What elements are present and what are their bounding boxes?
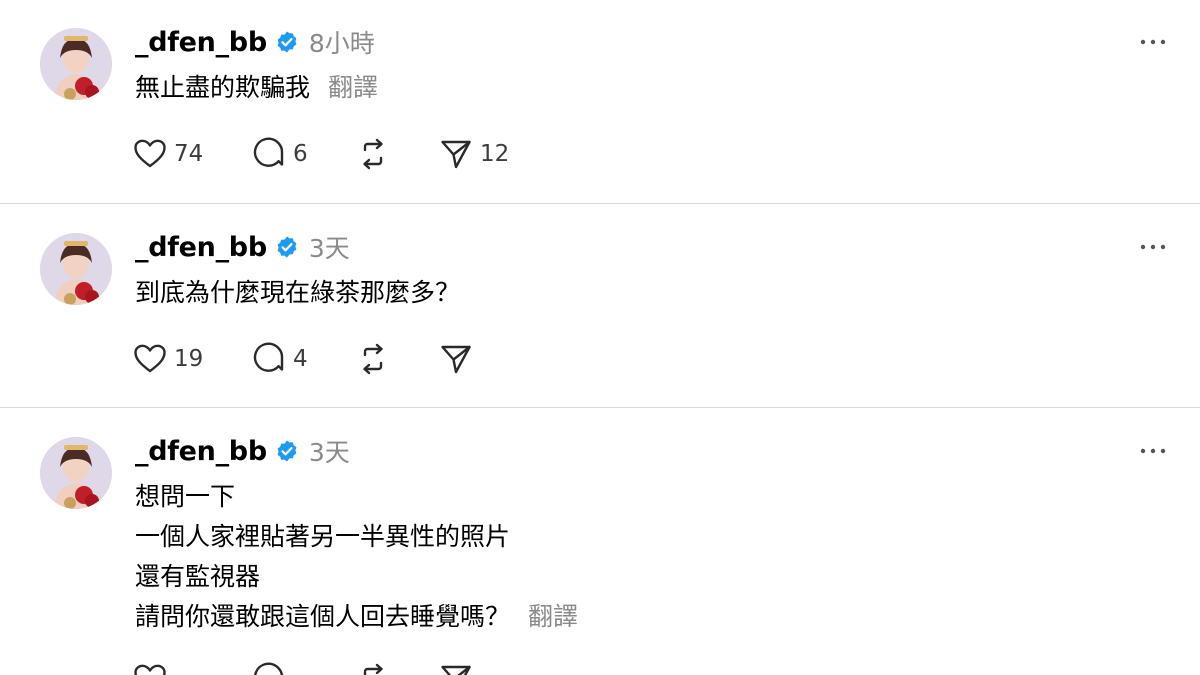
like-button[interactable]: 19	[133, 341, 252, 377]
reply-count: 6	[293, 141, 308, 167]
post-text-line: 想問一下	[135, 482, 236, 511]
post-time: 8小時	[308, 29, 375, 58]
repost-button[interactable]	[356, 341, 439, 377]
post-actions	[133, 661, 539, 675]
like-count: 19	[174, 346, 204, 372]
post-actions: 74 6 12	[133, 136, 539, 172]
heart-icon	[134, 664, 166, 675]
post-header: _dfen_bb 3天	[135, 227, 350, 267]
translate-link[interactable]: 翻譯	[328, 73, 378, 102]
verified-badge-icon	[275, 439, 299, 463]
repost-button[interactable]	[356, 136, 439, 172]
post-time: 3天	[308, 234, 350, 263]
more-options-icon[interactable]	[1138, 439, 1168, 463]
comment-bubble-icon	[254, 662, 284, 675]
share-button[interactable]	[439, 661, 539, 675]
username[interactable]: _dfen_bb	[135, 436, 267, 467]
avatar[interactable]	[40, 437, 112, 509]
username[interactable]: _dfen_bb	[135, 232, 267, 263]
reply-button[interactable]	[252, 661, 356, 675]
translate-link[interactable]: 翻譯	[528, 602, 578, 631]
post-text-line: 一個人家裡貼著另一半異性的照片	[135, 522, 511, 551]
post-text-line: 無止盡的欺騙我 翻譯	[135, 68, 378, 108]
post: _dfen_bb 8小時 無止盡的欺騙我 翻譯 74 6 12	[0, 0, 1200, 204]
reply-button[interactable]: 4	[252, 341, 356, 377]
repost-arrows-icon	[363, 138, 383, 170]
username[interactable]: _dfen_bb	[135, 27, 267, 58]
comment-bubble-icon	[253, 137, 284, 167]
threads-feed: _dfen_bb 8小時 無止盡的欺騙我 翻譯 74 6 12 _dfen_bb…	[0, 0, 1200, 675]
heart-icon	[134, 344, 166, 373]
heart-icon	[134, 139, 166, 168]
post-actions: 19 4	[133, 341, 539, 377]
repost-arrows-icon	[363, 663, 383, 675]
reply-button[interactable]: 6	[252, 136, 356, 172]
post: _dfen_bb 3天 想問一下 一個人家裡貼著另一半異性的照片 還有監視器 請…	[0, 409, 1200, 675]
share-count: 12	[480, 141, 510, 167]
share-button[interactable]	[439, 341, 539, 377]
like-button[interactable]	[133, 661, 252, 675]
post-text: 無止盡的欺騙我 翻譯	[135, 68, 378, 108]
post-text-content: 無止盡的欺騙我	[135, 73, 311, 102]
avatar[interactable]	[40, 233, 112, 305]
more-options-icon[interactable]	[1138, 30, 1168, 54]
share-button[interactable]: 12	[439, 136, 539, 172]
post-text: 想問一下 一個人家裡貼著另一半異性的照片 還有監視器 請問你還敢跟這個人回去睡覺…	[135, 477, 578, 637]
post: _dfen_bb 3天 到底為什麼現在綠茶那麼多？ 19 4	[0, 205, 1200, 408]
verified-badge-icon	[275, 235, 299, 259]
post-text-line: 請問你還敢跟這個人回去睡覺嗎？ 翻譯	[135, 597, 578, 637]
avatar[interactable]	[40, 28, 112, 100]
repost-arrows-icon	[363, 343, 383, 375]
post-time: 3天	[308, 438, 350, 467]
send-paper-plane-icon	[441, 665, 471, 675]
like-button[interactable]: 74	[133, 136, 252, 172]
post-text-line: 還有監視器	[135, 562, 261, 591]
post-header: _dfen_bb 3天	[135, 431, 350, 471]
post-text: 到底為什麼現在綠茶那麼多？	[135, 273, 460, 313]
more-options-icon[interactable]	[1138, 235, 1168, 259]
repost-button[interactable]	[356, 661, 439, 675]
post-header: _dfen_bb 8小時	[135, 22, 375, 62]
post-text-content: 請問你還敢跟這個人回去睡覺嗎？	[135, 602, 511, 631]
comment-bubble-icon	[253, 342, 284, 372]
send-paper-plane-icon	[441, 140, 471, 169]
send-paper-plane-icon	[441, 345, 471, 374]
reply-count: 4	[293, 346, 308, 372]
like-count: 74	[174, 141, 204, 167]
post-text-line: 到底為什麼現在綠茶那麼多？	[135, 278, 461, 307]
verified-badge-icon	[275, 30, 299, 54]
